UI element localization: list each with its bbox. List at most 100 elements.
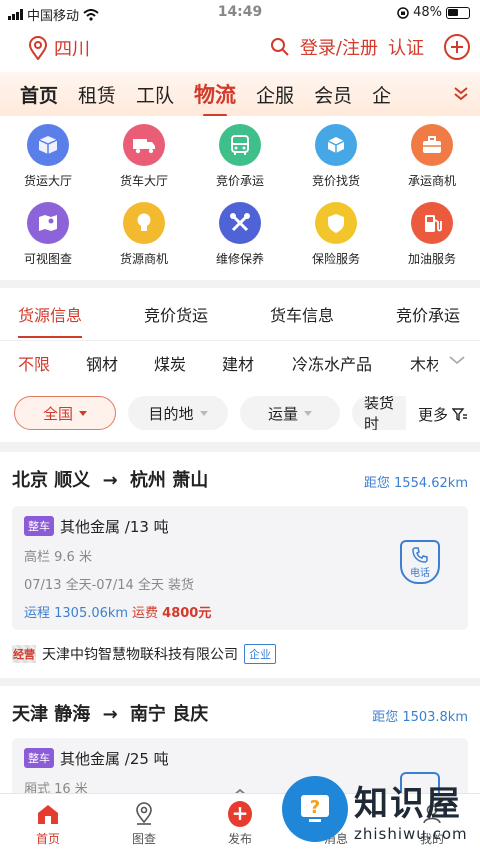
vehicle-spec: 高栏 9.6 米 [24, 550, 92, 565]
category-frozen-seafood[interactable]: 冷冻水产品 [292, 351, 372, 375]
distance-to-you: 距您 1554.62km [363, 476, 468, 491]
origin: 天津 静海 [12, 704, 91, 725]
package-icon [315, 124, 357, 166]
enterprise-badge: 企业 [244, 644, 276, 664]
tab-enterprise-service[interactable]: 企服 [246, 81, 304, 108]
cargo-detail-box: 整车 其他金属 /13 吨 高栏 9.6 米 07/13 全天-07/14 全天 … [12, 506, 468, 630]
category-coal[interactable]: 煤炭 [154, 351, 186, 375]
service-bid-carrier[interactable]: 竞价承运 [192, 124, 288, 202]
listing-type-tabs: 货源信息 竞价货运 货车信息 竞价承运 [0, 288, 480, 340]
tools-icon [219, 202, 261, 244]
dropdown-triangle-icon [304, 410, 312, 416]
service-bid-cargo[interactable]: 竞价找货 [288, 124, 384, 202]
loading-time-filter[interactable]: 装货时 [352, 396, 406, 430]
truck-icon [123, 124, 165, 166]
service-label: 竞价找货 [311, 174, 360, 188]
publish-plus-icon: + [228, 801, 252, 827]
more-filter-button[interactable]: 更多 [418, 404, 468, 425]
nav-label: 发布 [227, 832, 252, 846]
subtab-bid-carrier[interactable]: 竞价承运 [396, 302, 460, 326]
company-name: 天津中钧智慧物联科技有限公司 [42, 647, 238, 663]
nav-map[interactable]: 图查 [96, 802, 192, 847]
subtab-truck-info[interactable]: 货车信息 [270, 302, 334, 326]
goods-desc: 其他金属 /13 吨 [60, 518, 169, 536]
business-license-badge: 经营 [12, 645, 36, 663]
home-icon [36, 802, 60, 826]
region-filter-label: 全国 [42, 404, 73, 423]
main-tab-bar: 首页 租赁 工队 物流 企服 会员 企 [0, 72, 480, 117]
service-freight-hall[interactable]: 货运大厅 [0, 124, 96, 202]
service-label: 可视图查 [23, 252, 72, 266]
nav-publish[interactable]: + 发布 [192, 801, 288, 847]
company-line[interactable]: 经营 天津中钧智慧物联科技有限公司 企业 [12, 644, 276, 664]
bulb-icon [123, 202, 165, 244]
service-label: 竞价承运 [215, 174, 264, 188]
subtab-cargo-info[interactable]: 货源信息 [18, 302, 83, 338]
category-building-materials[interactable]: 建材 [222, 351, 254, 375]
double-chevron-down-icon[interactable] [452, 84, 470, 102]
service-label: 加油服务 [407, 252, 456, 266]
briefcase-icon [411, 124, 453, 166]
arrow-icon: → [102, 470, 118, 491]
destination-filter-label: 目的地 [148, 404, 194, 423]
category-timber[interactable]: 木材 [410, 351, 438, 375]
route-distance: 运程 1305.06km [24, 606, 129, 621]
service-fuel[interactable]: 加油服务 [384, 202, 480, 280]
volume-filter[interactable]: 运量 [240, 396, 340, 430]
fuel-icon [411, 202, 453, 244]
goods-line: 整车 其他金属 /13 吨 [24, 516, 169, 537]
origin: 北京 顺义 [12, 470, 91, 491]
map-icon [27, 202, 69, 244]
destination: 杭州 萧山 [129, 470, 209, 491]
tab-more-truncated[interactable]: 企 [362, 81, 401, 108]
search-icon[interactable] [270, 37, 290, 57]
service-cargo-opportunity[interactable]: 货源商机 [96, 202, 192, 280]
service-insurance[interactable]: 保险服务 [288, 202, 384, 280]
region-filter[interactable]: 全国 [14, 396, 116, 430]
service-label: 货运大厅 [23, 174, 72, 188]
tab-crew[interactable]: 工队 [126, 81, 184, 108]
destination-filter[interactable]: 目的地 [128, 396, 228, 430]
nav-label: 图查 [131, 832, 156, 846]
subtab-bid-freight[interactable]: 竞价货运 [144, 302, 208, 326]
location-selector[interactable]: 四川 [28, 35, 90, 61]
watermark-url: zhishiwu.com [354, 824, 468, 843]
login-link[interactable]: 登录/注册 [300, 34, 378, 60]
loading-time-filter-label: 装货时 [364, 396, 395, 430]
dropdown-triangle-icon [79, 410, 87, 416]
tab-rental[interactable]: 租赁 [68, 81, 126, 108]
call-button[interactable]: 电话 [400, 540, 440, 584]
route-title: 天津 静海 → 南宁 良庆 [12, 700, 208, 726]
site-watermark: ? 知识屋 zhishiwu.com [282, 770, 480, 848]
listing-card[interactable]: 北京 顺义 → 杭州 萧山 距您 1554.62km 整车 其他金属 /13 吨 … [0, 452, 480, 678]
tab-logistics[interactable]: 物流 [184, 79, 246, 117]
category-steel[interactable]: 钢材 [86, 351, 118, 375]
app-screen: 中国移动 14:49 48% 四川 登录/注册 认证 首页 租赁 工队 物流 企… [0, 0, 480, 853]
battery-icon [446, 6, 470, 19]
service-maintenance[interactable]: 维修保养 [192, 202, 288, 280]
service-label: 货车大厅 [119, 174, 168, 188]
map-pin-icon [132, 802, 156, 826]
status-bar: 中国移动 14:49 48% [0, 0, 480, 26]
service-label: 货源商机 [119, 252, 168, 266]
tab-home[interactable]: 首页 [0, 81, 68, 108]
location-label: 四川 [54, 39, 90, 60]
full-load-tag: 整车 [24, 516, 54, 536]
freight-fee-label: 运费 [132, 606, 159, 621]
verify-link[interactable]: 认证 [388, 34, 424, 60]
question-monitor-icon: ? [282, 776, 348, 842]
goods-desc: 其他金属 /25 吨 [60, 750, 169, 768]
service-visual-map[interactable]: 可视图查 [0, 202, 96, 280]
add-icon[interactable] [444, 34, 470, 60]
phone-icon [412, 546, 428, 563]
nav-home[interactable]: 首页 [0, 802, 96, 847]
service-label: 保险服务 [311, 252, 360, 266]
tab-member[interactable]: 会员 [304, 81, 362, 108]
chevron-down-icon[interactable] [448, 351, 466, 369]
goods-line: 整车 其他金属 /25 吨 [24, 748, 169, 769]
dropdown-triangle-icon [199, 410, 208, 416]
category-all[interactable]: 不限 [18, 351, 50, 375]
call-label: 电话 [410, 567, 430, 579]
service-truck-hall[interactable]: 货车大厅 [96, 124, 192, 202]
service-carrier-opportunity[interactable]: 承运商机 [384, 124, 480, 202]
